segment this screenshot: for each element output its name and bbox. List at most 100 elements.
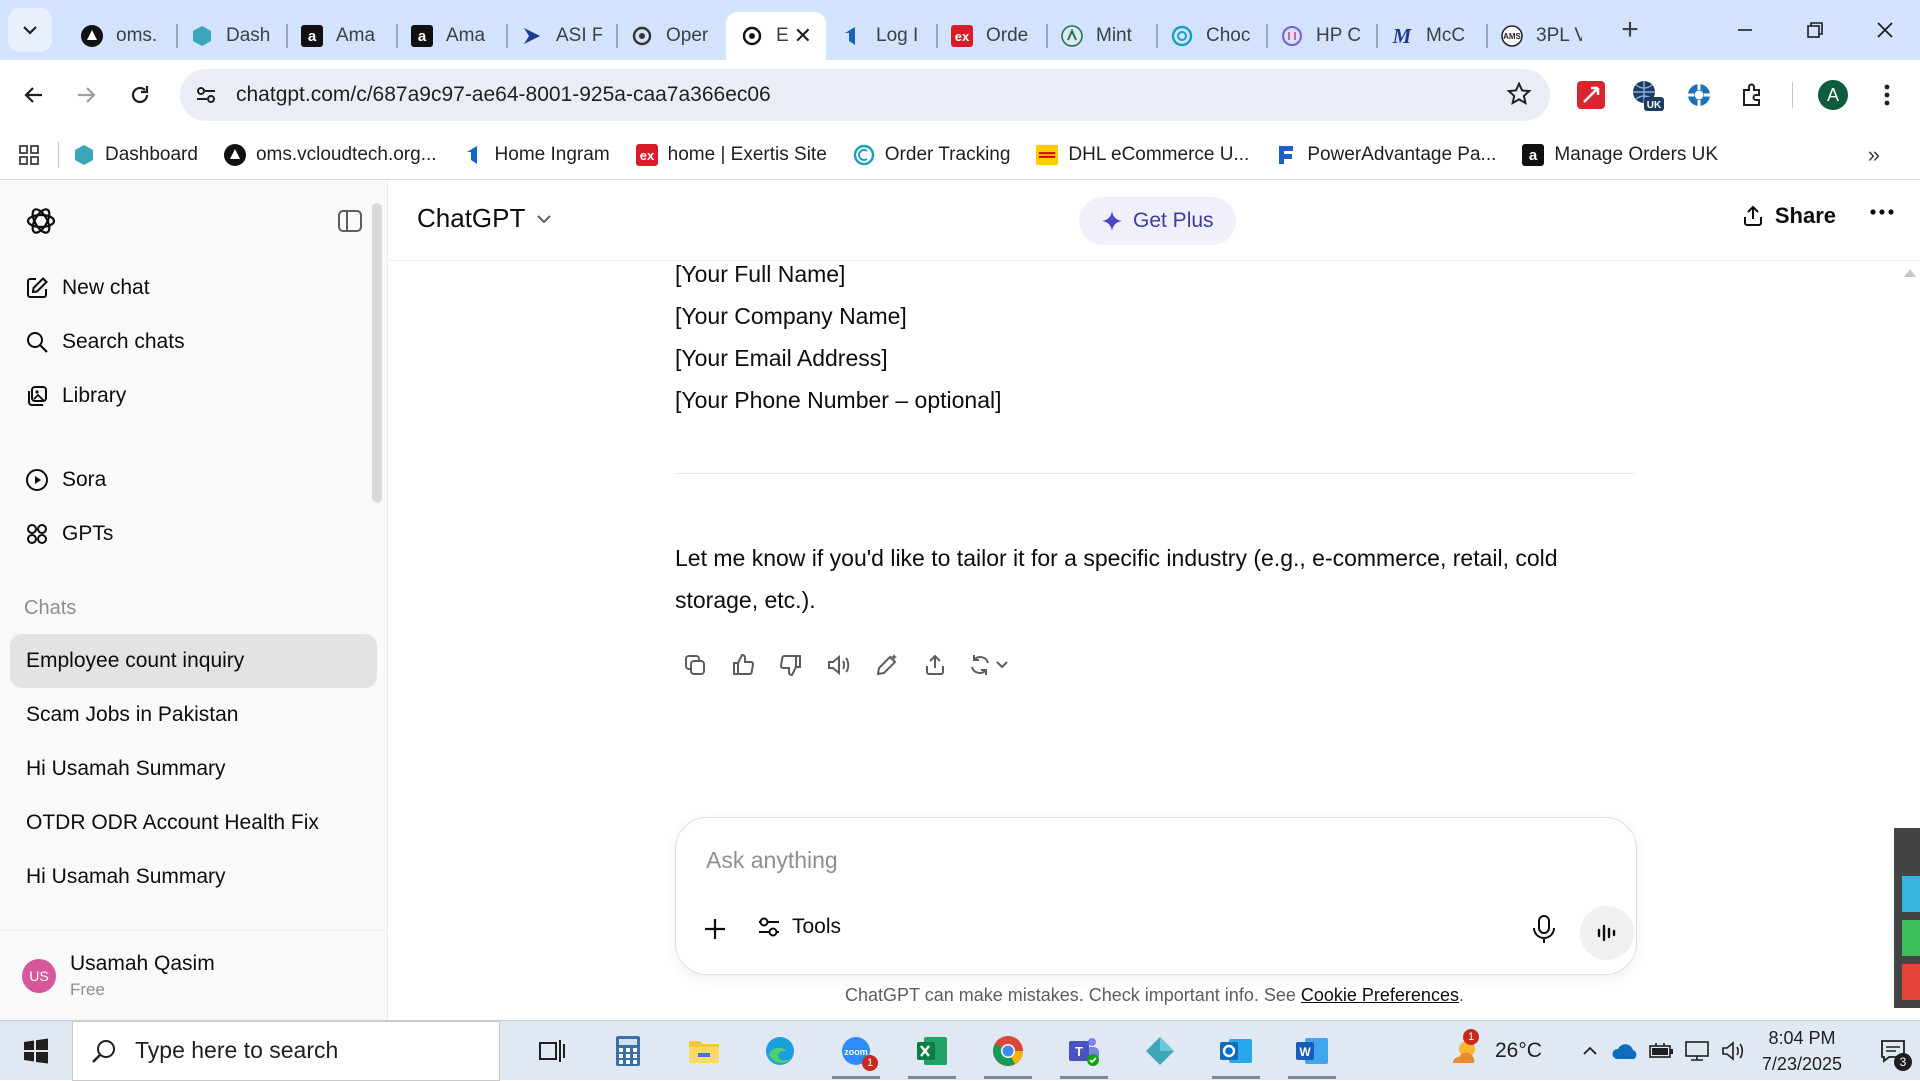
bookmark-oms[interactable]: oms.vcloudtech.org... bbox=[223, 143, 437, 166]
minimize-button[interactable] bbox=[1710, 0, 1780, 60]
outlook-app[interactable] bbox=[1198, 1021, 1274, 1081]
calculator-app[interactable] bbox=[590, 1021, 666, 1081]
thumbs-up-button[interactable] bbox=[719, 643, 767, 687]
teams-app[interactable]: T bbox=[1046, 1021, 1122, 1081]
bookmark-exertis[interactable]: ex home | Exertis Site bbox=[635, 143, 827, 166]
voice-mode-button[interactable] bbox=[1580, 906, 1634, 960]
tab[interactable]: a Ama bbox=[286, 12, 396, 60]
chat-item[interactable]: Scam Jobs in Pakistan bbox=[10, 688, 377, 742]
reload-button[interactable] bbox=[114, 69, 166, 121]
show-hidden-icons-button[interactable] bbox=[1572, 1021, 1608, 1081]
forward-button[interactable] bbox=[60, 69, 112, 121]
edge-app[interactable] bbox=[742, 1021, 818, 1081]
read-aloud-button[interactable] bbox=[815, 643, 863, 687]
volume-button[interactable] bbox=[1716, 1021, 1752, 1081]
thumbs-down-button[interactable] bbox=[767, 643, 815, 687]
extension-button[interactable] bbox=[1674, 70, 1724, 120]
chat-item-active[interactable]: Employee count inquiry bbox=[10, 634, 377, 688]
sidebar-item-new-chat[interactable]: New chat bbox=[0, 261, 387, 315]
profile-button[interactable]: A bbox=[1808, 70, 1858, 120]
url-text[interactable]: chatgpt.com/c/687a9c97-ae64-8001-925a-ca… bbox=[236, 83, 771, 107]
bookmark-dhl[interactable]: DHL eCommerce U... bbox=[1036, 144, 1249, 166]
clock[interactable]: 8:04 PM 7/23/2025 bbox=[1762, 1025, 1842, 1077]
user-menu-button[interactable]: US Usamah Qasim Free bbox=[0, 930, 387, 1020]
chevron-double-right-icon[interactable]: » bbox=[1868, 142, 1880, 168]
dictate-button[interactable] bbox=[1530, 914, 1558, 944]
excel-app[interactable] bbox=[894, 1021, 970, 1081]
tab[interactable]: Oper bbox=[616, 12, 726, 60]
copy-button[interactable] bbox=[671, 643, 719, 687]
close-window-button[interactable] bbox=[1850, 0, 1920, 60]
sidebar-item-gpts[interactable]: GPTs bbox=[0, 507, 387, 561]
tab[interactable]: ex Orde bbox=[936, 12, 1046, 60]
tab[interactable]: a Ama bbox=[396, 12, 506, 60]
cookie-preferences-link[interactable]: Cookie Preferences bbox=[1301, 985, 1459, 1005]
share-button[interactable]: Share bbox=[1741, 203, 1836, 229]
bookmark-poweradvantage[interactable]: PowerAdvantage Pa... bbox=[1275, 144, 1496, 166]
apps-button[interactable] bbox=[0, 144, 58, 166]
tab[interactable]: Choc bbox=[1156, 12, 1266, 60]
more-options-icon[interactable] bbox=[1870, 209, 1894, 215]
tab[interactable]: oms. bbox=[66, 12, 176, 60]
regenerate-button[interactable] bbox=[959, 643, 1023, 687]
edit-canvas-button[interactable] bbox=[863, 643, 911, 687]
get-plus-button[interactable]: Get Plus bbox=[1079, 197, 1236, 245]
tab[interactable]: M McC bbox=[1376, 12, 1486, 60]
sidebar-scrollbar[interactable] bbox=[372, 203, 382, 503]
uk-extension-button[interactable]: UK bbox=[1622, 70, 1672, 120]
battery-button[interactable] bbox=[1644, 1021, 1680, 1081]
widget-tile[interactable] bbox=[1902, 964, 1920, 1000]
extensions-menu-button[interactable] bbox=[1728, 70, 1778, 120]
model-selector[interactable]: ChatGPT bbox=[417, 203, 553, 234]
weather-widget[interactable]: 1 26°C bbox=[1447, 1029, 1542, 1067]
restore-button[interactable] bbox=[1780, 0, 1850, 60]
chat-item[interactable]: Hi Usamah Summary bbox=[10, 742, 377, 796]
taskbar-search-input[interactable] bbox=[135, 1037, 495, 1064]
tab[interactable]: Mint bbox=[1046, 12, 1156, 60]
side-widget[interactable] bbox=[1894, 828, 1920, 1008]
chrome-menu-button[interactable] bbox=[1862, 70, 1912, 120]
prompt-input[interactable] bbox=[706, 840, 1506, 880]
notification-center-button[interactable]: 3 bbox=[1866, 1021, 1920, 1081]
site-info-button[interactable] bbox=[180, 69, 232, 121]
tab-active[interactable]: E ✕ bbox=[726, 12, 826, 60]
openai-logo-icon[interactable] bbox=[24, 204, 58, 238]
onedrive-button[interactable] bbox=[1608, 1021, 1644, 1081]
sidebar-toggle-icon[interactable] bbox=[337, 208, 363, 234]
chat-item[interactable]: Hi Usamah Summary bbox=[10, 850, 377, 904]
bookmark-star-icon[interactable] bbox=[1506, 81, 1532, 107]
close-tab-icon[interactable]: ✕ bbox=[794, 23, 812, 49]
tab[interactable]: ASI F bbox=[506, 12, 616, 60]
attach-button[interactable] bbox=[700, 914, 730, 944]
tab[interactable]: Log I bbox=[826, 12, 936, 60]
chrome-app[interactable] bbox=[970, 1021, 1046, 1081]
tab[interactable]: Dash bbox=[176, 12, 286, 60]
bookmark-home-ingram[interactable]: Home Ingram bbox=[463, 144, 610, 166]
word-app[interactable]: W bbox=[1274, 1021, 1350, 1081]
sidebar-item-search-chats[interactable]: Search chats bbox=[0, 315, 387, 369]
tools-button[interactable]: Tools bbox=[756, 914, 841, 940]
start-button[interactable] bbox=[0, 1021, 72, 1081]
tab-search-button[interactable] bbox=[8, 8, 52, 52]
back-button[interactable] bbox=[8, 69, 60, 121]
tab[interactable]: AMS 3PL V bbox=[1486, 12, 1596, 60]
bookmark-order-tracking[interactable]: Order Tracking bbox=[853, 144, 1010, 166]
widget-tile[interactable] bbox=[1902, 920, 1920, 956]
new-tab-button[interactable]: + bbox=[1608, 8, 1652, 52]
pdf-extension-button[interactable] bbox=[1566, 70, 1616, 120]
taskbar-search[interactable] bbox=[72, 1020, 500, 1081]
task-view-button[interactable] bbox=[514, 1021, 590, 1081]
sidebar-item-sora[interactable]: Sora bbox=[0, 453, 387, 507]
sidebar-item-library[interactable]: Library bbox=[0, 369, 387, 423]
chat-item[interactable]: OTDR ODR Account Health Fix bbox=[10, 796, 377, 850]
azure-app[interactable] bbox=[1122, 1021, 1198, 1081]
tab[interactable]: HP C bbox=[1266, 12, 1376, 60]
scroll-up-arrow-icon[interactable] bbox=[1904, 269, 1916, 277]
bookmark-manage-orders[interactable]: a Manage Orders UK bbox=[1522, 143, 1718, 166]
address-bar[interactable]: chatgpt.com/c/687a9c97-ae64-8001-925a-ca… bbox=[180, 69, 1550, 121]
share-message-button[interactable] bbox=[911, 643, 959, 687]
widget-tile[interactable] bbox=[1902, 876, 1920, 912]
bookmark-dashboard[interactable]: Dashboard bbox=[73, 144, 198, 166]
network-button[interactable] bbox=[1680, 1021, 1716, 1081]
zoom-app[interactable]: zoom 1 bbox=[818, 1021, 894, 1081]
